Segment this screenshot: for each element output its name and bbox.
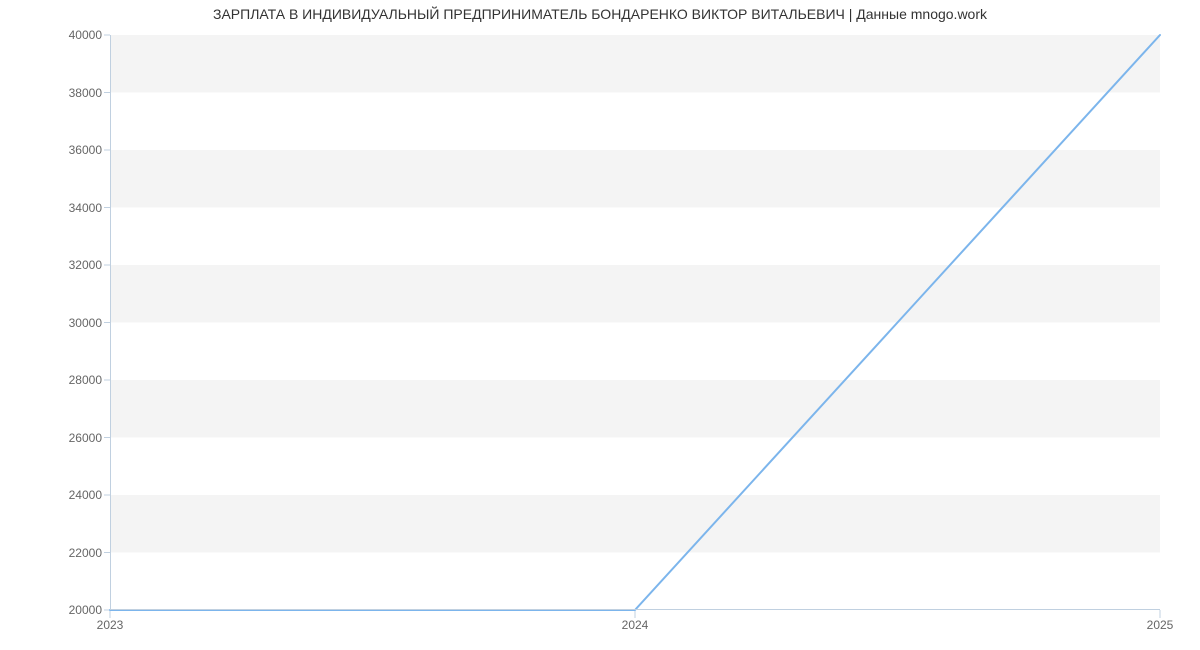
grid-band <box>110 380 1160 438</box>
x-tick-label: 2024 <box>622 610 649 632</box>
y-tick-label: 38000 <box>69 86 110 100</box>
grid-band <box>110 35 1160 93</box>
y-tick-label: 40000 <box>69 28 110 42</box>
x-tick-label: 2023 <box>97 610 124 632</box>
chart-svg <box>110 35 1160 610</box>
y-tick-label: 24000 <box>69 488 110 502</box>
y-tick-label: 28000 <box>69 373 110 387</box>
y-tick-label: 32000 <box>69 258 110 272</box>
grid-band <box>110 553 1160 611</box>
grid-band <box>110 93 1160 151</box>
x-tick-label: 2025 <box>1147 610 1174 632</box>
y-tick-label: 34000 <box>69 201 110 215</box>
y-tick-label: 22000 <box>69 546 110 560</box>
y-tick-label: 30000 <box>69 316 110 330</box>
grid-bands <box>110 35 1160 610</box>
grid-band <box>110 208 1160 266</box>
chart-title: ЗАРПЛАТА В ИНДИВИДУАЛЬНЫЙ ПРЕДПРИНИМАТЕЛ… <box>0 6 1200 22</box>
y-tick-label: 36000 <box>69 143 110 157</box>
grid-band <box>110 323 1160 381</box>
y-axis-line <box>110 35 111 610</box>
chart-container: ЗАРПЛАТА В ИНДИВИДУАЛЬНЫЙ ПРЕДПРИНИМАТЕЛ… <box>0 0 1200 650</box>
plot-area: 2000022000240002600028000300003200034000… <box>110 35 1160 610</box>
grid-band <box>110 495 1160 553</box>
grid-band <box>110 438 1160 496</box>
grid-band <box>110 265 1160 323</box>
y-tick-label: 26000 <box>69 431 110 445</box>
grid-band <box>110 150 1160 208</box>
